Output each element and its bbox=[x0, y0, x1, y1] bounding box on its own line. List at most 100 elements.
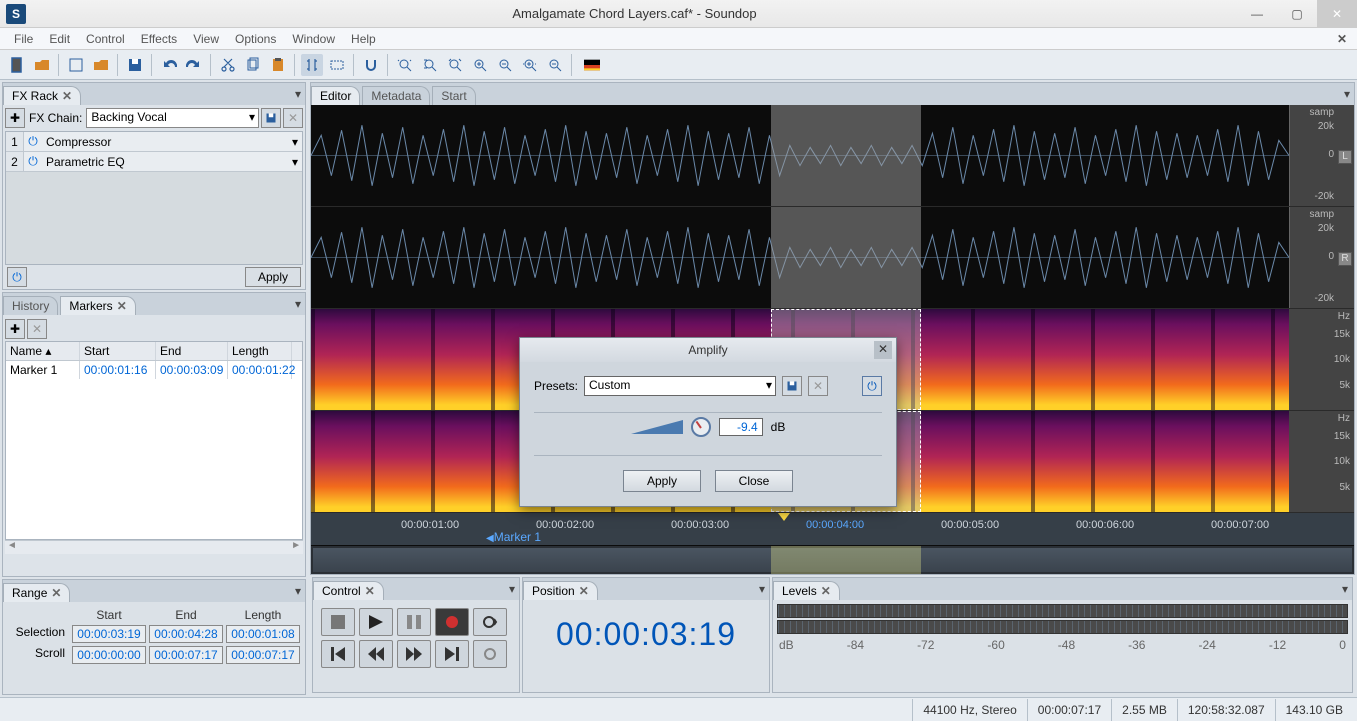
timeline[interactable]: 00:00:01:00 00:00:02:00 00:00:03:00 00:0… bbox=[311, 513, 1354, 545]
panel-menu-icon[interactable]: ▾ bbox=[1344, 87, 1350, 101]
menu-close-icon[interactable]: ✕ bbox=[1331, 30, 1353, 48]
selection-length-input[interactable]: 00:00:01:08 bbox=[226, 625, 300, 643]
zoom-out-full-icon[interactable] bbox=[394, 54, 416, 76]
forward-button[interactable] bbox=[397, 640, 431, 668]
scroll-length-input[interactable]: 00:00:07:17 bbox=[226, 646, 300, 664]
cut-icon[interactable] bbox=[217, 54, 239, 76]
copy-icon[interactable] bbox=[242, 54, 264, 76]
tab-position[interactable]: Position✕ bbox=[523, 581, 598, 600]
menu-file[interactable]: File bbox=[8, 30, 39, 48]
menu-view[interactable]: View bbox=[187, 30, 225, 48]
tab-start[interactable]: Start bbox=[432, 86, 475, 105]
fx-apply-button[interactable]: Apply bbox=[245, 267, 301, 287]
waveform-left[interactable]: samp 20k 0 -20k L bbox=[311, 105, 1354, 207]
skip-start-button[interactable] bbox=[321, 640, 355, 668]
delete-marker-button[interactable]: ✕ bbox=[27, 319, 47, 339]
panel-menu-icon[interactable]: ▾ bbox=[295, 297, 301, 311]
stop-button[interactable] bbox=[321, 608, 355, 636]
rect-select-icon[interactable] bbox=[326, 54, 348, 76]
power-icon[interactable]: ⏻ bbox=[24, 154, 42, 169]
position-display[interactable]: 00:00:03:19 bbox=[525, 602, 767, 667]
fx-name[interactable]: Compressor bbox=[42, 135, 288, 149]
panel-menu-icon[interactable]: ▾ bbox=[759, 582, 765, 596]
time-select-icon[interactable] bbox=[301, 54, 323, 76]
play-button[interactable] bbox=[359, 608, 393, 636]
record-mode-button[interactable] bbox=[473, 640, 507, 668]
panel-menu-icon[interactable]: ▾ bbox=[509, 582, 515, 596]
scroll-start-input[interactable]: 00:00:00:00 bbox=[72, 646, 146, 664]
close-icon[interactable]: ✕ bbox=[117, 299, 127, 313]
close-button[interactable]: ✕ bbox=[1317, 0, 1357, 28]
close-icon[interactable]: ✕ bbox=[51, 586, 61, 600]
tab-editor[interactable]: Editor bbox=[311, 86, 360, 105]
bypass-button[interactable]: ⏻ bbox=[862, 376, 882, 396]
add-fx-button[interactable]: ✚ bbox=[5, 108, 25, 128]
close-icon[interactable]: ✕ bbox=[579, 584, 589, 598]
panel-menu-icon[interactable]: ▾ bbox=[1342, 582, 1348, 596]
menu-help[interactable]: Help bbox=[345, 30, 382, 48]
menu-edit[interactable]: Edit bbox=[43, 30, 76, 48]
spectral-toggle-icon[interactable] bbox=[578, 54, 606, 76]
open-multitrack-icon[interactable] bbox=[90, 54, 112, 76]
menu-window[interactable]: Window bbox=[286, 30, 341, 48]
panel-menu-icon[interactable]: ▾ bbox=[295, 584, 301, 598]
scroll-end-input[interactable]: 00:00:07:17 bbox=[149, 646, 223, 664]
close-icon[interactable]: ✕ bbox=[365, 584, 375, 598]
close-icon[interactable]: ✕ bbox=[821, 584, 831, 598]
zoom-in-v-icon[interactable] bbox=[519, 54, 541, 76]
tab-fx-rack[interactable]: FX Rack✕ bbox=[3, 86, 81, 105]
chevron-down-icon[interactable]: ▾ bbox=[288, 155, 302, 169]
delete-chain-button[interactable]: ✕ bbox=[283, 108, 303, 128]
dialog-close-button[interactable]: Close bbox=[715, 470, 793, 492]
selection-end-input[interactable]: 00:00:04:28 bbox=[149, 625, 223, 643]
pause-button[interactable] bbox=[397, 608, 431, 636]
panel-menu-icon[interactable]: ▾ bbox=[295, 87, 301, 101]
zoom-out-v-icon[interactable] bbox=[544, 54, 566, 76]
zoom-selection-icon[interactable] bbox=[419, 54, 441, 76]
snap-icon[interactable] bbox=[360, 54, 382, 76]
selection-start-input[interactable]: 00:00:03:19 bbox=[72, 625, 146, 643]
tab-markers[interactable]: Markers✕ bbox=[60, 296, 135, 315]
horizontal-scrollbar[interactable] bbox=[5, 540, 303, 554]
save-chain-button[interactable] bbox=[261, 108, 281, 128]
paste-icon[interactable] bbox=[267, 54, 289, 76]
minimize-button[interactable]: — bbox=[1237, 0, 1277, 28]
redo-icon[interactable] bbox=[183, 54, 205, 76]
zoom-out-icon[interactable] bbox=[494, 54, 516, 76]
loop-button[interactable] bbox=[473, 608, 507, 636]
add-marker-button[interactable]: ✚ bbox=[5, 319, 25, 339]
tab-levels[interactable]: Levels✕ bbox=[773, 581, 840, 600]
power-icon[interactable]: ⏻ bbox=[24, 134, 42, 149]
skip-end-button[interactable] bbox=[435, 640, 469, 668]
fx-name[interactable]: Parametric EQ bbox=[42, 155, 288, 169]
new-file-icon[interactable] bbox=[6, 54, 28, 76]
dialog-close-button[interactable]: ✕ bbox=[874, 341, 892, 359]
save-icon[interactable] bbox=[124, 54, 146, 76]
menu-options[interactable]: Options bbox=[229, 30, 282, 48]
rewind-button[interactable] bbox=[359, 640, 393, 668]
new-multitrack-icon[interactable] bbox=[65, 54, 87, 76]
gain-input[interactable]: -9.4 bbox=[719, 418, 763, 436]
tab-control[interactable]: Control✕ bbox=[313, 581, 384, 600]
undo-icon[interactable] bbox=[158, 54, 180, 76]
zoom-in-icon[interactable] bbox=[469, 54, 491, 76]
close-icon[interactable]: ✕ bbox=[62, 89, 72, 103]
delete-preset-button[interactable]: ✕ bbox=[808, 376, 828, 396]
col-start[interactable]: Start bbox=[80, 342, 156, 360]
col-name[interactable]: Name ▴ bbox=[6, 342, 80, 360]
waveform-right[interactable]: samp 20k 0 -20k R bbox=[311, 207, 1354, 309]
presets-select[interactable]: Custom bbox=[584, 376, 776, 396]
menu-control[interactable]: Control bbox=[80, 30, 131, 48]
col-end[interactable]: End bbox=[156, 342, 228, 360]
maximize-button[interactable]: ▢ bbox=[1277, 0, 1317, 28]
col-length[interactable]: Length bbox=[228, 342, 292, 360]
tab-metadata[interactable]: Metadata bbox=[362, 86, 430, 105]
dialog-apply-button[interactable]: Apply bbox=[623, 470, 701, 492]
channel-l-toggle[interactable]: L bbox=[1338, 150, 1352, 164]
timeline-marker[interactable]: ◀Marker 1 bbox=[486, 530, 541, 544]
menu-effects[interactable]: Effects bbox=[135, 30, 183, 48]
overview-scrollbar[interactable] bbox=[311, 546, 1354, 574]
save-preset-button[interactable] bbox=[782, 376, 802, 396]
zoom-reset-icon[interactable] bbox=[444, 54, 466, 76]
fx-chain-select[interactable]: Backing Vocal bbox=[86, 108, 259, 128]
